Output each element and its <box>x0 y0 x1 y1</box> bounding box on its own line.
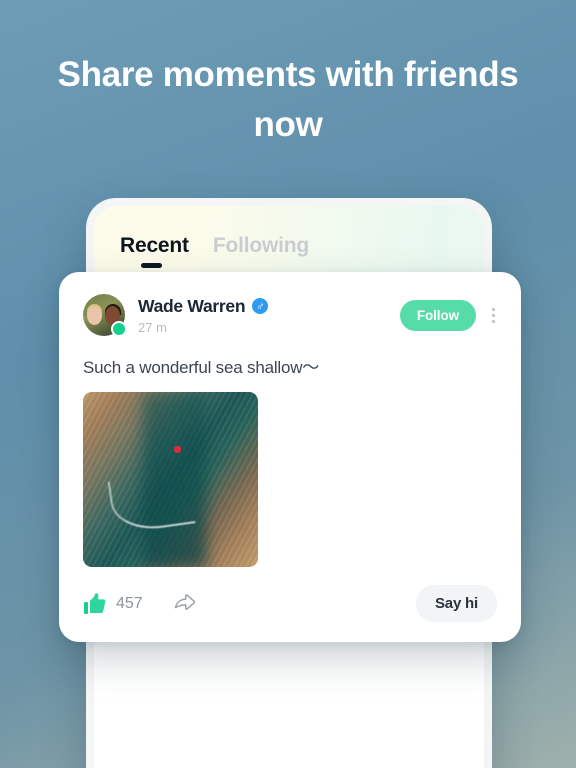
tab-recent-label: Recent <box>120 234 189 257</box>
online-status-badge <box>111 321 127 337</box>
page-title: Share moments with friends now <box>57 55 519 144</box>
author-name: Wade Warren <box>138 295 246 316</box>
like-group[interactable]: 457 <box>83 592 143 616</box>
author-block: Wade Warren ♂ 27 m <box>138 295 269 335</box>
post-photo[interactable] <box>83 392 258 567</box>
tab-following-label: Following <box>212 234 310 257</box>
tab-following[interactable]: Following <box>213 234 309 266</box>
author-name-row: Wade Warren ♂ <box>138 295 269 317</box>
follow-button[interactable]: Follow <box>399 299 476 331</box>
share-arrow-icon[interactable] <box>173 592 197 616</box>
avatar[interactable] <box>83 294 127 337</box>
promo-screen: Share moments with friends now Recent Fo… <box>0 0 576 768</box>
thumbs-up-icon[interactable] <box>83 592 107 616</box>
post-text: Such a wonderful sea shallow〜 <box>83 358 320 377</box>
kebab-menu-icon[interactable] <box>490 304 497 327</box>
post-timestamp: 27 m <box>138 319 167 335</box>
post-actions: 457 Say hi <box>83 585 497 622</box>
male-badge-icon: ♂ <box>252 298 269 314</box>
featured-post-card: Wade Warren ♂ 27 m Follow Such a wonderf… <box>59 272 521 642</box>
tab-active-indicator <box>140 263 162 268</box>
post-header: Wade Warren ♂ 27 m Follow <box>83 294 497 337</box>
like-count: 457 <box>116 594 143 612</box>
tab-recent[interactable]: Recent <box>120 234 189 268</box>
say-hi-button[interactable]: Say hi <box>416 585 497 622</box>
